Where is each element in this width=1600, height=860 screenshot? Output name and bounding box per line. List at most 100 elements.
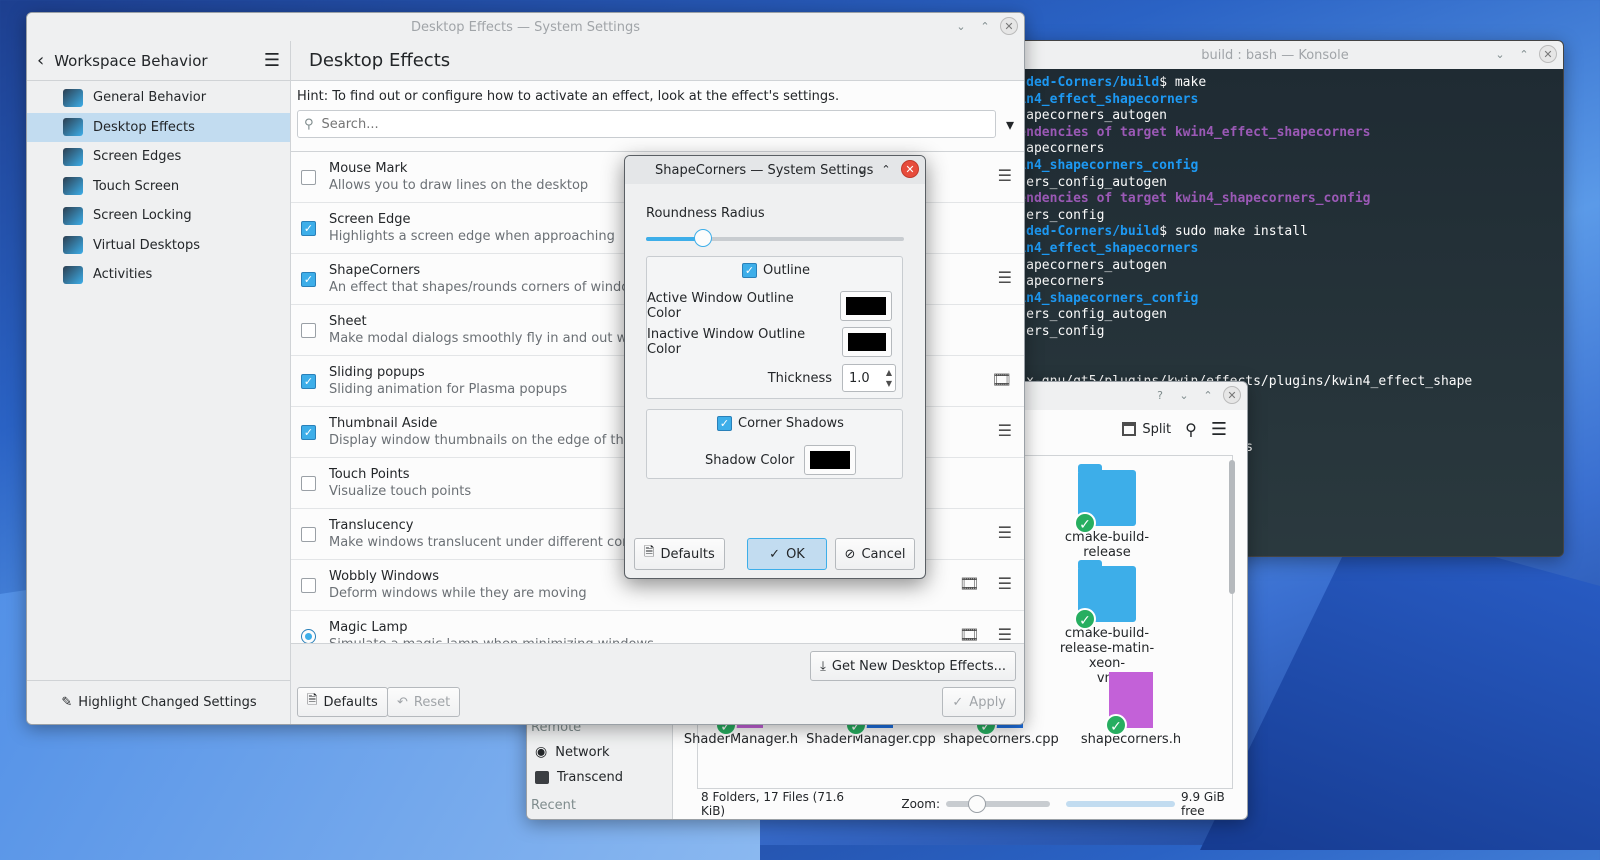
outline-toggle[interactable]: ✓ Outline [742,263,810,278]
sidebar-item-general-behavior[interactable]: General Behavior [27,83,290,113]
configure-sliders-icon[interactable]: ☰ [998,166,1012,185]
filter-icon[interactable]: ▾ [1006,115,1014,134]
shadow-color-button[interactable] [804,445,857,475]
file-name: ShaderManager.h [683,732,799,747]
effect-description: Allows you to draw lines on the desktop [329,178,589,193]
configure-sliders-icon[interactable]: ☰ [998,268,1012,287]
minimize-icon[interactable]: ⌄ [952,17,970,35]
zoom-label: Zoom: [901,797,940,811]
cancel-button[interactable]: ⊘ Cancel [835,538,915,570]
corner-shadows-checkbox[interactable]: ✓ [717,416,732,431]
settings-footer: 🗎 Defaults ↶ Reset ✓ Apply [291,681,1024,724]
effect-description: Make windows translucent under different… [329,535,659,550]
settings-titlebar[interactable]: Desktop Effects — System Settings ⌄ ⌃ ✕ [27,13,1024,41]
close-icon[interactable]: ✕ [1000,17,1018,35]
dialog-defaults-button[interactable]: 🗎 Defaults [634,538,725,570]
effect-checkbox[interactable] [301,475,316,491]
split-button[interactable]: Split [1122,422,1171,437]
sidebar-item-desktop-effects[interactable]: Desktop Effects [27,112,290,142]
effect-name: Sheet [329,314,367,329]
search-field[interactable]: ⚲ [297,110,996,138]
inactive-outline-color-label: Inactive Window Outline Color [647,327,806,357]
sidebar-item-label: General Behavior [93,90,207,106]
sidebar-item-touch-screen[interactable]: Touch Screen [27,172,290,202]
hamburger-menu-icon[interactable]: ☰ [264,50,280,71]
download-icon: ⤓ [820,658,826,674]
effect-checkbox[interactable] [301,169,316,185]
get-new-effects-button[interactable]: ⤓ Get New Desktop Effects... [810,651,1016,681]
configure-sliders-icon[interactable]: ☰ [998,523,1012,542]
effect-name: Screen Edge [329,212,411,227]
reset-button[interactable]: ↶ Reset [387,687,461,717]
close-icon[interactable]: ✕ [1539,45,1557,63]
close-icon[interactable]: ✕ [1223,386,1241,404]
effect-checkbox[interactable] [301,577,316,593]
file-item[interactable]: ✓ shapecorners.h [1066,672,1196,747]
vcs-check-icon: ✓ [1074,608,1096,630]
places-item-transcend[interactable]: Transcend [535,770,623,785]
sidebar-item-virtual-desktops[interactable]: Virtual Desktops [27,231,290,261]
file-item[interactable]: ✓ cmake-build-release [1042,464,1172,560]
slider-handle[interactable] [693,229,712,247]
ok-button[interactable]: ✓ OK [747,538,827,570]
shapecorners-dialog[interactable]: ShapeCorners — System Settings ⌄ ⌃ ✕ Rou… [624,155,926,579]
sidebar-item-screen-edges[interactable]: Screen Edges [27,142,290,172]
places-item-network[interactable]: ◉ Network [535,744,610,760]
sidebar-item-label: Touch Screen [93,178,180,194]
configure-sliders-icon[interactable]: ☰ [998,574,1012,593]
effect-radio[interactable] [301,628,316,643]
maximize-icon[interactable]: ⌃ [1515,45,1533,63]
scrollbar[interactable] [1229,460,1235,594]
maximize-icon[interactable]: ⌃ [976,17,994,35]
defaults-button[interactable]: 🗎 Defaults [297,687,388,717]
effect-checkbox[interactable]: ✓ [301,424,316,440]
highlight-changed-button[interactable]: ✎ Highlight Changed Settings [27,680,291,724]
effect-description: Display window thumbnails on the edge of… [329,433,663,448]
outline-checkbox[interactable]: ✓ [742,263,757,278]
search-icon[interactable]: ⚲ [1185,420,1197,439]
maximize-icon[interactable]: ⌃ [877,160,895,178]
check-icon: ✓ [769,546,781,562]
minimize-icon[interactable]: ⌄ [1175,386,1193,404]
hint-text: Hint: To find out or configure how to ac… [297,89,840,104]
roundness-slider[interactable] [646,229,904,249]
effect-row[interactable]: Magic LampSimulate a magic lamp when min… [291,611,1024,643]
maximize-icon[interactable]: ⌃ [1199,386,1217,404]
thickness-spinbox[interactable]: 1.0 ▲ ▼ [842,364,896,392]
minimize-icon[interactable]: ⌄ [1491,45,1509,63]
close-icon[interactable]: ✕ [901,160,919,178]
page-title: Desktop Effects [291,41,1024,81]
configure-sliders-icon[interactable]: ☰ [998,625,1012,643]
effect-checkbox[interactable]: ✓ [301,220,316,236]
free-space-bar [1065,801,1176,807]
zoom-slider-knob[interactable] [968,795,986,813]
video-preview-icon[interactable]: 🎞 [992,370,1012,389]
spin-arrows-icon[interactable]: ▲ ▼ [886,367,892,389]
help-icon[interactable]: ? [1151,386,1169,404]
inactive-outline-color-button[interactable] [842,327,892,357]
effect-checkbox[interactable] [301,526,316,542]
effect-checkbox[interactable] [301,322,316,338]
file-name: cmake-build-release [1064,530,1150,560]
apply-button[interactable]: ✓ Apply [942,687,1016,717]
back-arrow-icon[interactable]: ‹ [37,50,44,71]
video-preview-icon[interactable]: 🎞 [959,625,979,643]
effect-checkbox[interactable]: ✓ [301,271,316,287]
video-preview-icon[interactable]: 🎞 [959,574,979,593]
dialog-titlebar[interactable]: ShapeCorners — System Settings ⌄ ⌃ ✕ [625,156,925,184]
file-item[interactable]: ✓ cmake-build- release-matin-xeon- vm [1042,560,1172,686]
search-input[interactable] [319,115,995,133]
reset-label: Reset [413,694,451,710]
zoom-slider[interactable] [946,795,1050,813]
settings-module-icon [63,206,83,225]
shadow-group: ✓ Corner Shadows Shadow Color [646,409,903,479]
corner-shadows-toggle[interactable]: ✓ Corner Shadows [717,416,844,431]
minimize-icon[interactable]: ⌄ [853,160,871,178]
konsole-titlebar[interactable]: build : bash — Konsole ⌄ ⌃ ✕ [987,41,1563,69]
active-outline-color-button[interactable] [840,291,892,321]
sidebar-item-screen-locking[interactable]: Screen Locking [27,201,290,231]
sidebar-item-activities[interactable]: Activities [27,260,290,290]
hamburger-menu-icon[interactable]: ☰ [1211,419,1227,440]
configure-sliders-icon[interactable]: ☰ [998,421,1012,440]
effect-checkbox[interactable]: ✓ [301,373,316,389]
